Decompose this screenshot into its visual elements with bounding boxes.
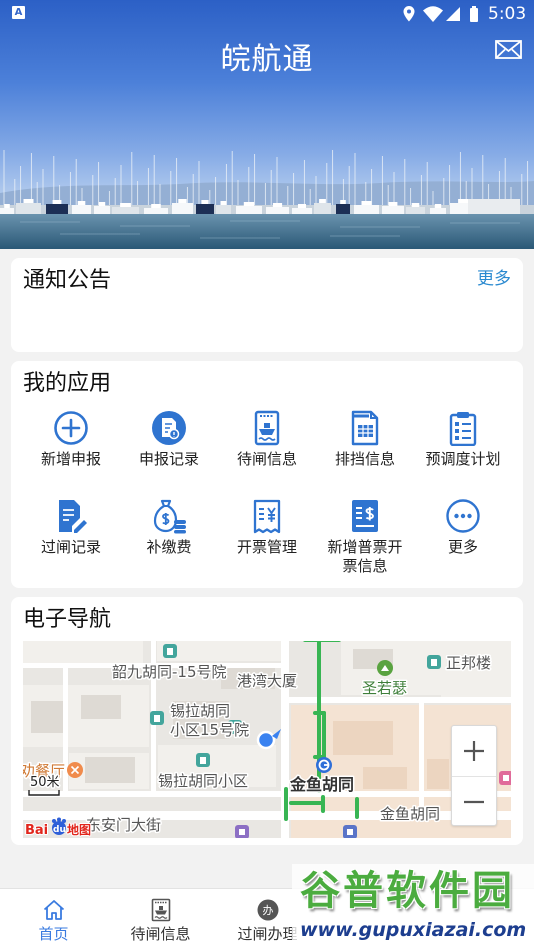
money-bag-icon (153, 499, 186, 534)
location-icon (403, 6, 415, 22)
home-icon (43, 900, 64, 920)
navigation-title: 电子导航 (23, 607, 112, 632)
header-banner: A 5:03 皖航通 (0, 0, 534, 249)
app-label: 补缴费 (146, 538, 192, 556)
svg-text:du: du (53, 825, 66, 835)
poi-marker-icon[interactable] (150, 711, 164, 725)
map-label-shaojiu: 韶九胡同-15号院 (112, 663, 227, 681)
poi-marker-icon[interactable] (235, 825, 249, 838)
watermark-title: 谷普软件园 (300, 868, 515, 914)
zoom-out-button[interactable] (452, 776, 496, 826)
app-label: 待闸信息 (236, 450, 297, 468)
app-passage-records[interactable]: 过闸记录 (22, 498, 120, 557)
app-label: 排挡信息 (334, 450, 395, 468)
watermark-url: www.gupuxiazai.com (300, 919, 527, 941)
battery-icon (470, 6, 478, 22)
poi-marker-icon[interactable] (499, 771, 511, 785)
poi-marker-icon[interactable] (163, 644, 177, 658)
svg-text:地图: 地图 (67, 822, 91, 837)
document-pen-icon (59, 500, 87, 533)
app-label: 过闸记录 (40, 538, 101, 556)
notice-card: 通知公告 更多 (11, 258, 523, 352)
map-canvas[interactable]: 韶九胡同-15号院 港湾大厦 正邦楼 圣若瑟 锡拉胡同 小区15号院 劝餐厅 锡… (23, 641, 511, 838)
app-new-invoice-info[interactable]: 新增普票开票信息 (316, 498, 414, 576)
map-label-jinyu-street: 金鱼胡同 (380, 805, 440, 823)
app-waiting-info[interactable]: 待闸信息 (218, 410, 316, 469)
app-berth-info[interactable]: 排挡信息 (316, 410, 414, 469)
map-label-gangwan: 港湾大厦 (237, 672, 297, 690)
app-supplementary-fee[interactable]: 补缴费 (120, 498, 218, 557)
app-more[interactable]: 更多 (414, 498, 512, 557)
app-label: 预调度计划 (425, 450, 501, 468)
notice-title: 通知公告 (23, 268, 112, 293)
restaurant-marker-icon[interactable] (67, 762, 83, 778)
my-apps-card: 我的应用 新增申报 申报记录 待闸信息 排挡信息 预调度计划 过闸记录 补缴费 … (11, 361, 523, 588)
map-label-xila-community: 锡拉胡同小区 (158, 772, 248, 790)
poi-marker-icon[interactable] (343, 825, 357, 838)
process-badge-icon: 办 (257, 899, 278, 921)
navigation-map[interactable]: 韶九胡同-15号院 港湾大厦 正邦楼 圣若瑟 锡拉胡同 小区15号院 劝餐厅 锡… (23, 641, 511, 838)
map-label-zhengbang: 正邦楼 (446, 654, 491, 672)
tab-label: 待闸信息 (130, 925, 191, 943)
status-icons (403, 6, 478, 22)
app-invoice-management[interactable]: 开票管理 (218, 498, 316, 557)
tab-waiting-info[interactable]: 待闸信息 (107, 889, 214, 950)
invoice-dollar-icon (352, 500, 378, 532)
tab-label: 首页 (38, 925, 69, 943)
apps-title: 我的应用 (23, 371, 112, 396)
svg-text:办: 办 (262, 904, 273, 917)
map-label-xila-line1: 锡拉胡同 (170, 702, 230, 720)
map-label-dongan-street: 东安门大街 (86, 816, 161, 834)
map-label-jinyu-station: 金鱼胡同 (289, 775, 354, 794)
mail-button[interactable] (494, 38, 524, 62)
subway-station-icon[interactable] (316, 757, 332, 773)
church-marker-icon[interactable] (377, 660, 393, 676)
poi-marker-icon[interactable] (196, 753, 210, 767)
harbor-water (0, 214, 534, 249)
notice-more-link[interactable]: 更多 (477, 268, 511, 290)
app-label: 新增申报 (40, 450, 101, 468)
status-bar: A 5:03 (0, 0, 534, 28)
app-label: 申报记录 (138, 450, 199, 468)
grid-document-icon (351, 410, 379, 446)
poi-marker-icon[interactable] (427, 655, 441, 669)
zoom-in-icon (464, 741, 484, 761)
site-watermark: 谷普软件园 www.gupuxiazai.com (292, 864, 534, 950)
tab-home[interactable]: 首页 (0, 889, 107, 950)
wifi-icon (423, 6, 443, 22)
map-label-shengruose: 圣若瑟 (362, 679, 407, 697)
ship-frame-icon (151, 898, 170, 922)
zoom-in-button[interactable] (452, 726, 496, 776)
svg-text:Bai: Bai (25, 823, 48, 838)
app-label: 更多 (447, 538, 478, 556)
map-zoom-control (451, 725, 497, 826)
ship-document-icon (254, 410, 280, 446)
page-title: 皖航通 (220, 42, 314, 77)
app-screen: A 5:03 皖航通 通知公告 更多 我的应用 新增申报 申报记录 待闸信息 排… (0, 0, 534, 950)
app-label: 新增普票开票信息 (327, 538, 403, 575)
receipt-icon (253, 499, 281, 534)
app-declaration-records[interactable]: 申报记录 (120, 410, 218, 469)
header-background-photo (0, 0, 534, 249)
more-dots-icon (446, 499, 480, 533)
mail-icon (495, 40, 522, 59)
plus-circle-icon (54, 411, 88, 445)
clipboard-list-icon (449, 412, 477, 446)
app-new-declaration[interactable]: 新增申报 (22, 410, 120, 469)
document-record-icon (152, 411, 186, 445)
status-time: 5:03 (488, 4, 527, 24)
map-label-xila-line2: 小区15号院 (170, 721, 249, 739)
app-pre-schedule-plan[interactable]: 预调度计划 (414, 410, 512, 469)
app-label: 开票管理 (236, 538, 297, 556)
signal-icon (446, 7, 460, 21)
navigation-card: 电子导航 韶九胡同-15号院 港湾大厦 正邦楼 圣若瑟 锡拉胡同 小区15号院 … (11, 597, 523, 845)
zoom-out-icon (464, 800, 484, 804)
marina-building (468, 199, 520, 215)
map-scale-label: 50米 (30, 775, 60, 790)
